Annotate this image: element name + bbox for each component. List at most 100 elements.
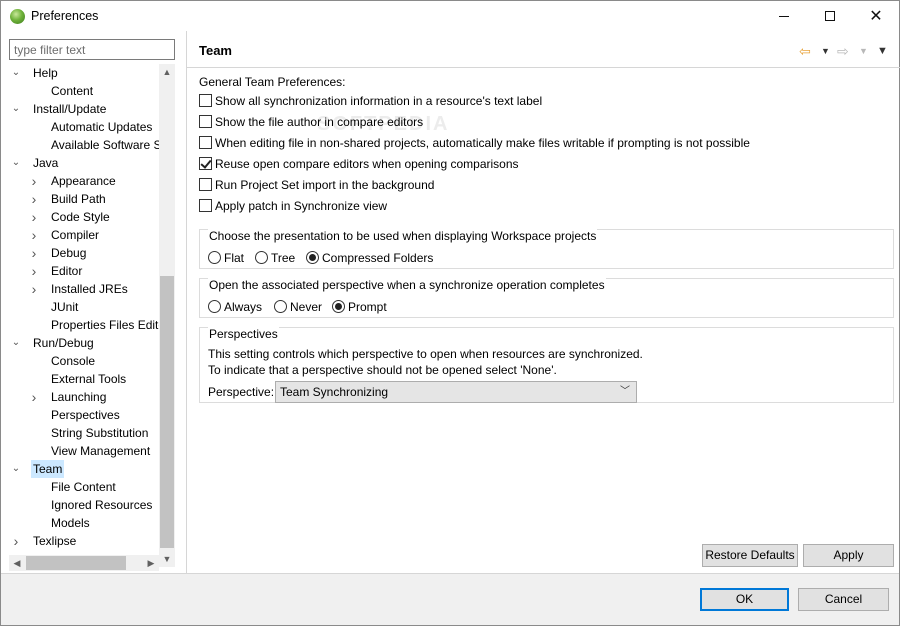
tree-vertical-scrollbar[interactable]: ▲ ▼ [159,64,175,567]
cancel-button[interactable]: Cancel [798,588,889,611]
radio-button[interactable] [274,300,287,313]
radio-option[interactable]: Tree [255,249,295,267]
collapsed-chevron-icon[interactable]: › [29,172,39,190]
radio-option[interactable]: Flat [208,249,244,267]
expanded-chevron-icon[interactable]: ⌄ [11,100,21,118]
expanded-chevron-icon[interactable]: ⌄ [11,334,21,352]
tree-item[interactable]: ⌄ Run/Debug [9,334,159,352]
checkbox-label: Show all synchronization information in … [215,94,543,108]
close-button[interactable]: ✕ [853,1,899,31]
tree-item[interactable]: JUnit [9,298,159,316]
checkbox[interactable] [199,178,212,191]
tree-item[interactable]: ⌄ Java [9,154,159,172]
checkbox[interactable] [199,115,212,128]
view-menu-icon[interactable]: ▼ [877,41,888,61]
back-dropdown-icon[interactable]: ▼ [821,41,830,61]
tree-item-label: Compiler [51,228,100,242]
radio-option[interactable]: Never [274,298,322,316]
section-label: General Team Preferences: [199,75,346,89]
tree-item[interactable]: Ignored Resources [9,496,159,514]
tree-item[interactable]: › Appearance [9,172,159,190]
tree-item-label: View Management [51,444,151,458]
collapsed-chevron-icon[interactable]: › [29,208,39,226]
expanded-chevron-icon[interactable]: ⌄ [11,154,21,172]
expanded-chevron-icon[interactable]: ⌄ [11,64,21,82]
back-arrow-icon[interactable]: ⇦ [799,41,811,61]
collapsed-chevron-icon[interactable]: › [29,262,39,280]
tree-item[interactable]: Models [9,514,159,532]
tree-item-label: Properties Files Edito [51,318,159,332]
tree-item[interactable]: › Texlipse [9,532,159,550]
tree-item[interactable]: Console [9,352,159,370]
tree-item-label: JUnit [51,300,79,314]
radio-button[interactable] [208,251,221,264]
tree-item[interactable]: ⌄ Team [9,460,159,478]
scroll-left-icon[interactable]: ◀ [9,555,25,571]
tree-item-label: Models [51,516,90,530]
minimize-button[interactable] [761,1,807,31]
scroll-down-icon[interactable]: ▼ [159,551,175,567]
collapsed-chevron-icon[interactable]: › [29,280,39,298]
collapsed-chevron-icon[interactable]: › [29,226,39,244]
hscroll-thumb[interactable] [26,556,126,570]
collapsed-chevron-icon[interactable]: › [29,388,39,406]
tree-item[interactable]: Available Software S [9,136,159,154]
tree-item[interactable]: › Compiler [9,226,159,244]
tree-item[interactable]: Automatic Updates [9,118,159,136]
tree-item[interactable]: Content [9,82,159,100]
radio-option[interactable]: Always [208,298,262,316]
tree-item-label: Editor [51,264,83,278]
checkbox-label: Run Project Set import in the background [215,178,435,192]
preference-tree: ⌄ Help Content ⌄ Install/Update Automatic Upd… [9,64,159,567]
radio-button[interactable] [306,251,319,264]
tree-item-label: Debug [51,246,87,260]
perspectives-description-line2: To indicate that a perspective should no… [208,363,557,377]
tree-item-label: Build Path [51,192,106,206]
tree-item[interactable]: Properties Files Edito [9,316,159,334]
radio-label: Flat [224,251,245,265]
checkbox[interactable] [199,199,212,212]
tree-item[interactable]: ⌄ Help [9,64,159,82]
radio-button[interactable] [208,300,221,313]
perspective-select[interactable]: Team Synchronizing ﹀ [275,381,637,403]
radio-button[interactable] [255,251,268,264]
tree-item[interactable]: ⌄ Install/Update [9,100,159,118]
restore-defaults-button[interactable]: Restore Defaults [702,544,798,567]
expanded-chevron-icon[interactable]: ⌄ [11,460,21,478]
perspective-select-value: Team Synchronizing [280,385,389,399]
checkbox[interactable] [199,94,212,107]
tree-item[interactable]: File Content [9,478,159,496]
tree-item[interactable]: › Launching [9,388,159,406]
scroll-up-icon[interactable]: ▲ [159,64,175,80]
tree-horizontal-scrollbar[interactable]: ◀ ▶ [9,555,159,571]
collapsed-chevron-icon[interactable]: › [29,190,39,208]
tree-item[interactable]: Perspectives [9,406,159,424]
filter-input[interactable] [9,39,175,60]
maximize-button[interactable] [807,1,853,31]
tree-item-label: Java [33,156,59,170]
forward-dropdown-icon[interactable]: ▼ [859,41,868,61]
collapsed-chevron-icon[interactable]: › [29,244,39,262]
scroll-right-icon[interactable]: ▶ [143,555,159,571]
tree-item[interactable]: External Tools [9,370,159,388]
checkbox[interactable] [199,157,212,170]
tree-item[interactable]: › Editor [9,262,159,280]
tree-item[interactable]: › Debug [9,244,159,262]
checkbox[interactable] [199,136,212,149]
tree-item[interactable]: View Management [9,442,159,460]
tree-item[interactable]: › Code Style [9,208,159,226]
forward-arrow-icon[interactable]: ⇨ [837,41,849,61]
apply-button[interactable]: Apply [803,544,894,567]
group-title: Perspectives [208,326,279,342]
ok-button[interactable]: OK [700,588,789,611]
radio-button[interactable] [332,300,345,313]
tree-item[interactable]: › Build Path [9,190,159,208]
presentation-group: Choose the presentation to be used when … [199,228,894,269]
radio-option[interactable]: Prompt [332,298,387,316]
radio-label: Always [224,300,263,314]
tree-item[interactable]: String Substitution [9,424,159,442]
tree-item[interactable]: › Installed JREs [9,280,159,298]
collapsed-chevron-icon[interactable]: › [11,532,21,550]
radio-option[interactable]: Compressed Folders [306,249,433,267]
scroll-thumb[interactable] [160,276,174,548]
